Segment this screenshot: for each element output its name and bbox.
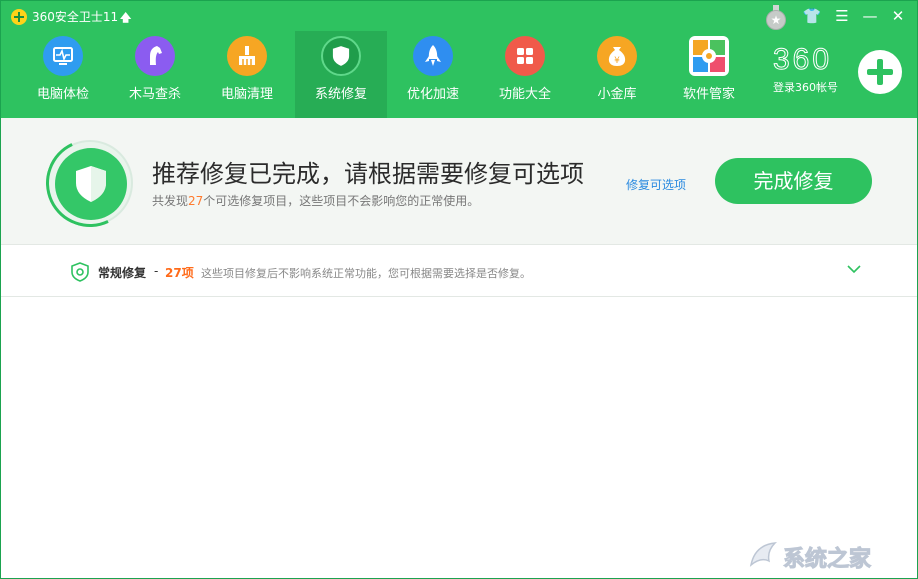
- nav-item-features[interactable]: 功能大全: [479, 31, 571, 118]
- optional-count: 27: [188, 194, 204, 208]
- minimize-button[interactable]: —: [860, 6, 880, 26]
- nav-label: 软件管家: [682, 87, 735, 102]
- shield-check-icon: [71, 262, 89, 282]
- chevron-down-icon[interactable]: [846, 263, 862, 275]
- watermark-text: 系统之家: [782, 547, 872, 573]
- section-dash: -: [154, 264, 159, 278]
- grid-icon: [505, 36, 545, 76]
- nav-item-trojan[interactable]: 木马查杀: [109, 31, 201, 118]
- brand-logo: 360: [773, 43, 833, 76]
- header: 360安全卫士11 🡅 ★ 👕 ☰ — ✕ 电脑体检 木马查杀 电脑清理 系统修…: [1, 1, 917, 118]
- desc-suffix: 个可选修复项目，这些项目不会影响您的正常使用。: [203, 194, 480, 208]
- medal-icon[interactable]: ★: [766, 5, 786, 30]
- nav-label: 电脑体检: [36, 87, 89, 102]
- login-link[interactable]: 登录360帐号: [773, 79, 853, 95]
- finish-repair-button[interactable]: 完成修复: [715, 158, 872, 204]
- menu-icon[interactable]: ☰: [832, 6, 852, 26]
- nav-item-software[interactable]: 软件管家: [663, 31, 755, 118]
- nav-label: 木马查杀: [128, 87, 181, 102]
- add-account-icon[interactable]: [858, 50, 902, 94]
- app-window: 360安全卫士11 🡅 ★ 👕 ☰ — ✕ 电脑体检 木马查杀 电脑清理 系统修…: [0, 0, 918, 579]
- nav-label: 电脑清理: [220, 87, 273, 102]
- section-title: 常规修复: [98, 266, 147, 280]
- software-icon: [689, 36, 729, 76]
- brand-area: 360 登录360帐号: [773, 43, 853, 95]
- repair-result-banner: 推荐修复已完成，请根据需要修复可选项 共发现27个可选修复项目，这些项目不会影响…: [1, 118, 917, 245]
- monitor-icon: [43, 36, 83, 76]
- banner-title: 推荐修复已完成，请根据需要修复可选项: [152, 160, 584, 188]
- nav-label: 优化加速: [406, 87, 459, 102]
- nav-label: 小金库: [597, 87, 637, 102]
- nav-item-repair[interactable]: 系统修复: [295, 31, 387, 118]
- skin-icon[interactable]: 👕: [802, 6, 822, 26]
- shield-icon: [76, 166, 106, 202]
- nav-item-cleanup[interactable]: 电脑清理: [201, 31, 293, 118]
- section-description: 这些项目修复后不影响系统正常功能，您可根据需要选择是否修复。: [201, 267, 531, 280]
- close-button[interactable]: ✕: [888, 6, 908, 26]
- nav-label: 系统修复: [314, 87, 367, 102]
- upgrade-arrow-icon[interactable]: 🡅: [120, 9, 131, 28]
- nav-label: 功能大全: [498, 87, 551, 102]
- title-bar: 360安全卫士11 🡅 ★ 👕 ☰ — ✕: [1, 1, 917, 31]
- watermark: 系统之家: [743, 535, 913, 575]
- app-title: 360安全卫士11: [32, 10, 119, 24]
- money-bag-icon: ¥: [597, 36, 637, 76]
- section-count: 27项: [165, 266, 194, 280]
- desc-prefix: 共发现: [152, 194, 189, 208]
- shield-icon: [321, 36, 361, 76]
- banner-description: 共发现27个可选修复项目，这些项目不会影响您的正常使用。: [152, 192, 479, 209]
- svg-text:¥: ¥: [614, 56, 620, 66]
- rocket-icon: [413, 36, 453, 76]
- nav-item-speedup[interactable]: 优化加速: [387, 31, 479, 118]
- app-logo-icon: [11, 9, 27, 25]
- watermark-logo-icon: [749, 542, 778, 567]
- nav-item-vault[interactable]: ¥ 小金库: [571, 31, 663, 118]
- broom-icon: [227, 36, 267, 76]
- horse-icon: [135, 36, 175, 76]
- nav-item-checkup[interactable]: 电脑体检: [17, 31, 109, 118]
- regular-repair-row[interactable]: 常规修复 - 27项 这些项目修复后不影响系统正常功能，您可根据需要选择是否修复…: [1, 245, 917, 297]
- repair-optional-link[interactable]: 修复可选项: [626, 176, 686, 193]
